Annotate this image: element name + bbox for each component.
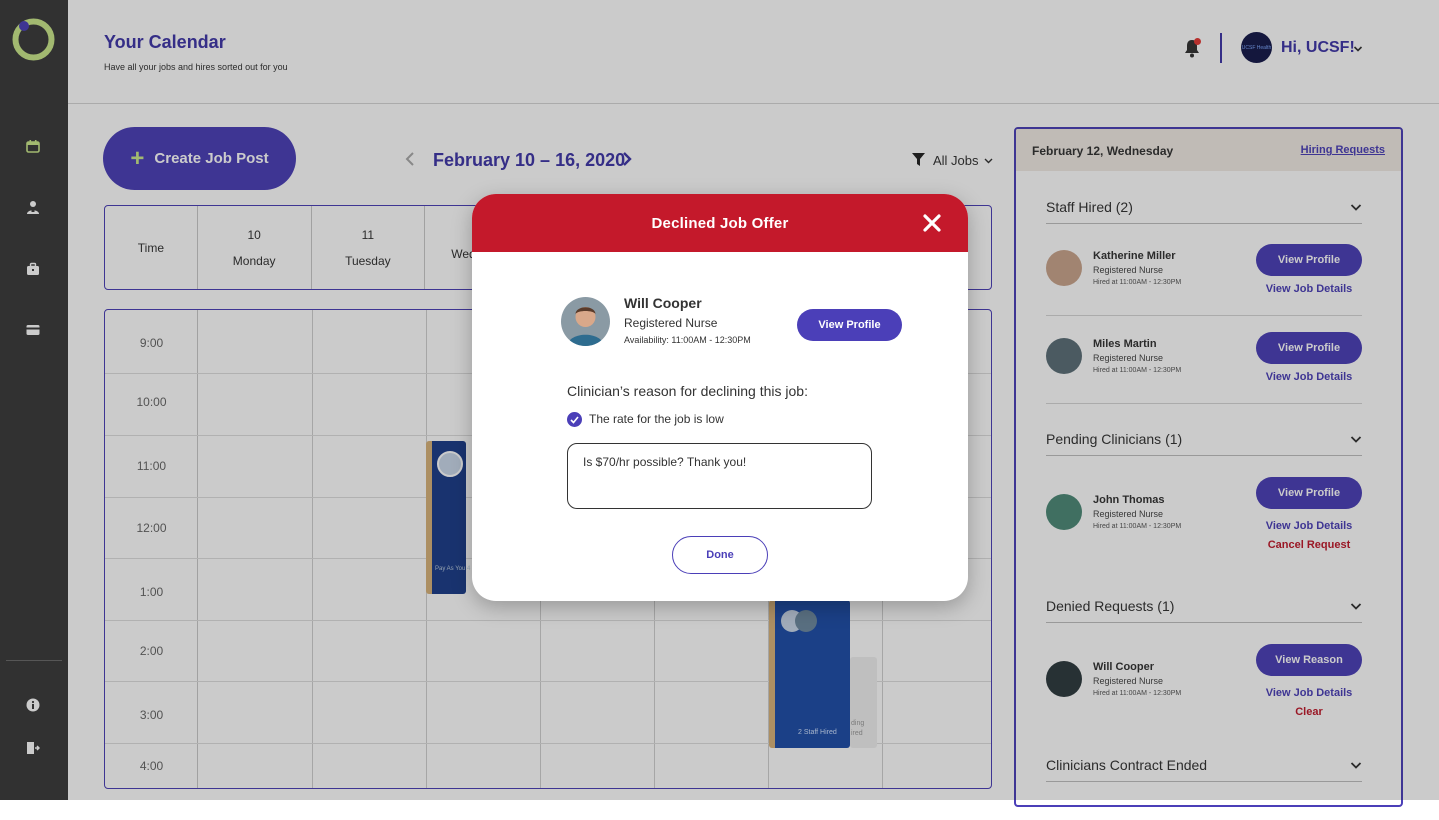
clinician-message-field[interactable]: Is $70/hr possible? Thank you! bbox=[567, 443, 872, 509]
clinician-name: Will Cooper bbox=[624, 295, 702, 311]
reason-label: The rate for the job is low bbox=[589, 412, 724, 426]
clinician-availability: Availability: 11:00AM - 12:30PM bbox=[624, 335, 751, 345]
avatar bbox=[561, 297, 610, 346]
modal-title: Declined Job Offer bbox=[651, 214, 789, 232]
clinician-role: Registered Nurse bbox=[624, 316, 718, 330]
reason-checkbox[interactable] bbox=[567, 412, 582, 427]
modal-header: Declined Job Offer bbox=[472, 194, 968, 252]
view-profile-button[interactable]: View Profile bbox=[797, 309, 902, 341]
close-icon[interactable] bbox=[922, 213, 942, 233]
declined-job-offer-modal: Declined Job Offer Will Cooper Registere… bbox=[472, 194, 968, 601]
done-button[interactable]: Done bbox=[672, 536, 768, 574]
decline-reason-heading: Clinician’s reason for declining this jo… bbox=[567, 383, 808, 399]
check-icon bbox=[570, 415, 579, 424]
